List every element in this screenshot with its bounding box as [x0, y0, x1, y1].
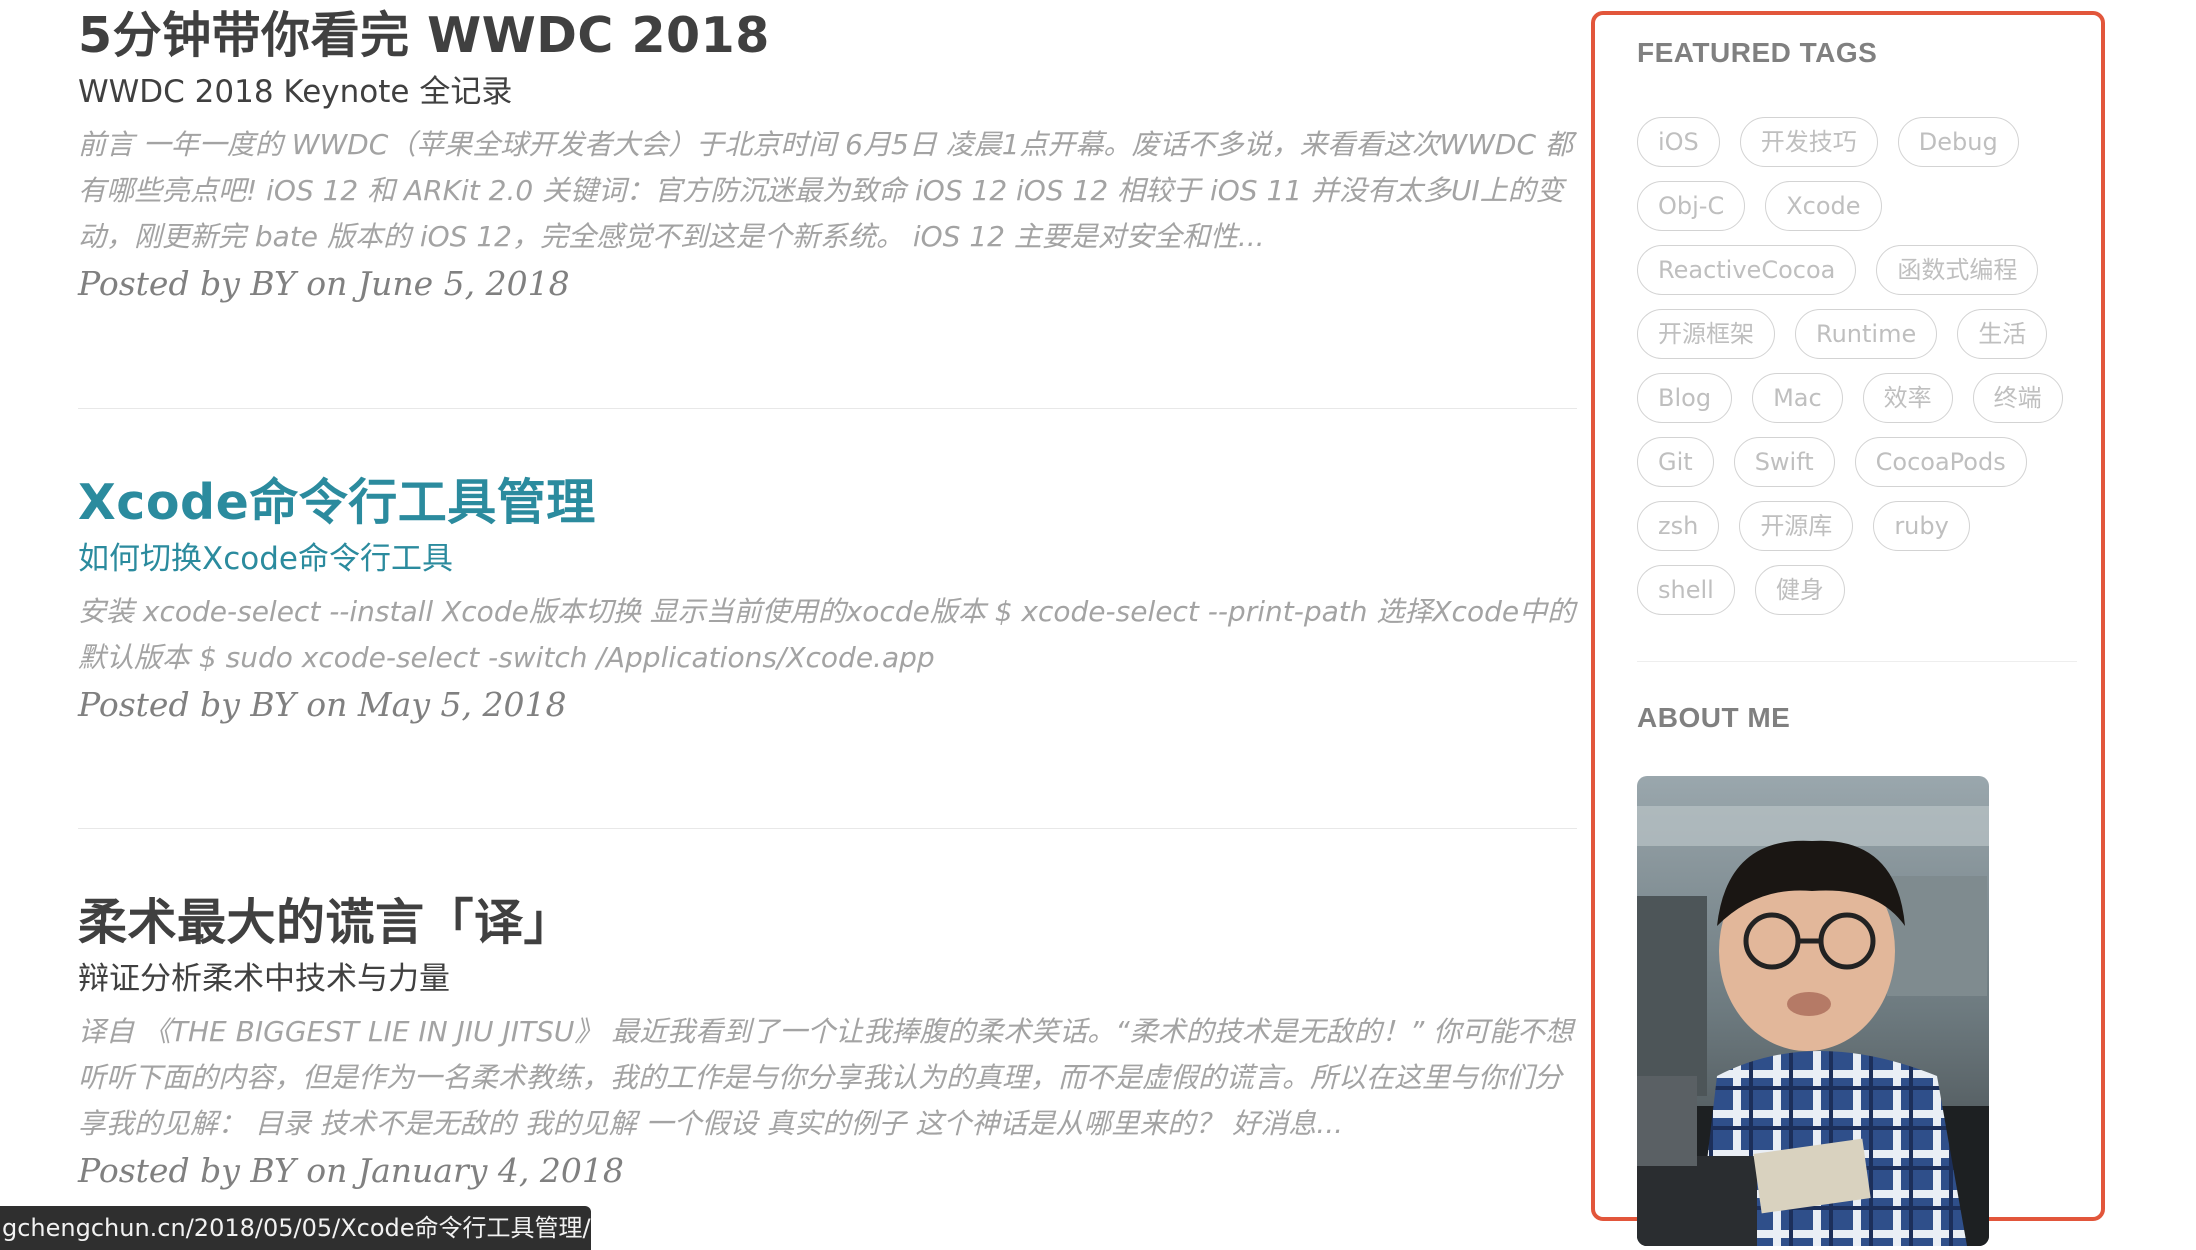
tag-link[interactable]: iOS — [1637, 117, 1720, 167]
post-item[interactable]: 柔术最大的谎言「译」 辩证分析柔术中技术与力量 译自 《THE BIGGEST … — [78, 893, 1578, 1193]
post-meta: Posted by BY on June 5, 2018 — [78, 264, 570, 303]
avatar — [1637, 776, 1989, 1246]
tag-link[interactable]: Blog — [1637, 373, 1733, 423]
tag-link[interactable]: CocoaPods — [1854, 437, 2027, 487]
tag-link[interactable]: zsh — [1637, 501, 1720, 551]
featured-tags-heading: FEATURED TAGS — [1637, 37, 1878, 68]
post-excerpt: 安装 xcode-select --install Xcode版本切换 显示当前… — [78, 595, 1576, 674]
post-subtitle[interactable]: WWDC 2018 Keynote 全记录 — [78, 72, 1578, 112]
tag-link[interactable]: shell — [1637, 565, 1735, 615]
tag-link[interactable]: Runtime — [1795, 309, 1938, 359]
tag-link[interactable]: 开源框架 — [1637, 309, 1775, 359]
tag-link[interactable]: Git — [1637, 437, 1714, 487]
tag-link[interactable]: Mac — [1752, 373, 1843, 423]
tag-link[interactable]: 开源库 — [1739, 501, 1854, 551]
tag-link[interactable]: 开发技巧 — [1739, 117, 1878, 167]
tag-link[interactable]: Debug — [1897, 117, 2019, 167]
post-title[interactable]: 柔术最大的谎言「译」 — [78, 893, 1578, 953]
about-me-heading: ABOUT ME — [1637, 702, 1791, 733]
tag-link[interactable]: ruby — [1873, 501, 1970, 551]
tag-link[interactable]: Obj-C — [1637, 181, 1746, 231]
tag-link[interactable]: 函数式编程 — [1876, 245, 2039, 295]
tag-link[interactable]: 健身 — [1754, 565, 1845, 615]
tag-link[interactable]: 效率 — [1862, 373, 1953, 423]
post-subtitle[interactable]: 辩证分析柔术中技术与力量 — [78, 959, 1578, 999]
post-subtitle[interactable]: 如何切换Xcode命令行工具 — [78, 539, 1578, 579]
post-divider — [78, 828, 1577, 829]
post-excerpt: 译自 《THE BIGGEST LIE IN JIU JITSU》 最近我看到了… — [78, 1015, 1574, 1140]
post-item[interactable]: 5分钟带你看完 WWDC 2018 WWDC 2018 Keynote 全记录 … — [78, 6, 1578, 306]
sidebar: FEATURED TAGS iOS 开发技巧 Debug Obj-C Xcode… — [1591, 11, 2105, 1246]
tag-link[interactable]: 生活 — [1957, 309, 2048, 359]
post-meta: Posted by BY on May 5, 2018 — [78, 685, 567, 724]
post-item[interactable]: Xcode命令行工具管理 如何切换Xcode命令行工具 安装 xcode-sel… — [78, 473, 1578, 727]
tag-link[interactable]: 终端 — [1972, 373, 2063, 423]
post-meta: Posted by BY on January 4, 2018 — [78, 1151, 624, 1190]
link-status-bar: gchengchun.cn/2018/05/05/Xcode命令行工具管理/ — [0, 1206, 591, 1250]
post-excerpt: 前言 一年一度的 WWDC（苹果全球开发者大会）于北京时间 6月5日 凌晨1点开… — [78, 128, 1573, 253]
tag-cloud: iOS 开发技巧 Debug Obj-C Xcode ReactiveCocoa… — [1637, 117, 2077, 615]
tag-link[interactable]: Xcode — [1765, 181, 1882, 231]
post-title[interactable]: 5分钟带你看完 WWDC 2018 — [78, 6, 1578, 66]
tag-link[interactable]: Swift — [1733, 437, 1835, 487]
post-divider — [78, 408, 1577, 409]
tag-link[interactable]: ReactiveCocoa — [1637, 245, 1857, 295]
sidebar-divider — [1637, 661, 2077, 662]
post-title[interactable]: Xcode命令行工具管理 — [78, 473, 1578, 533]
avatar-photo — [1637, 776, 1989, 1246]
